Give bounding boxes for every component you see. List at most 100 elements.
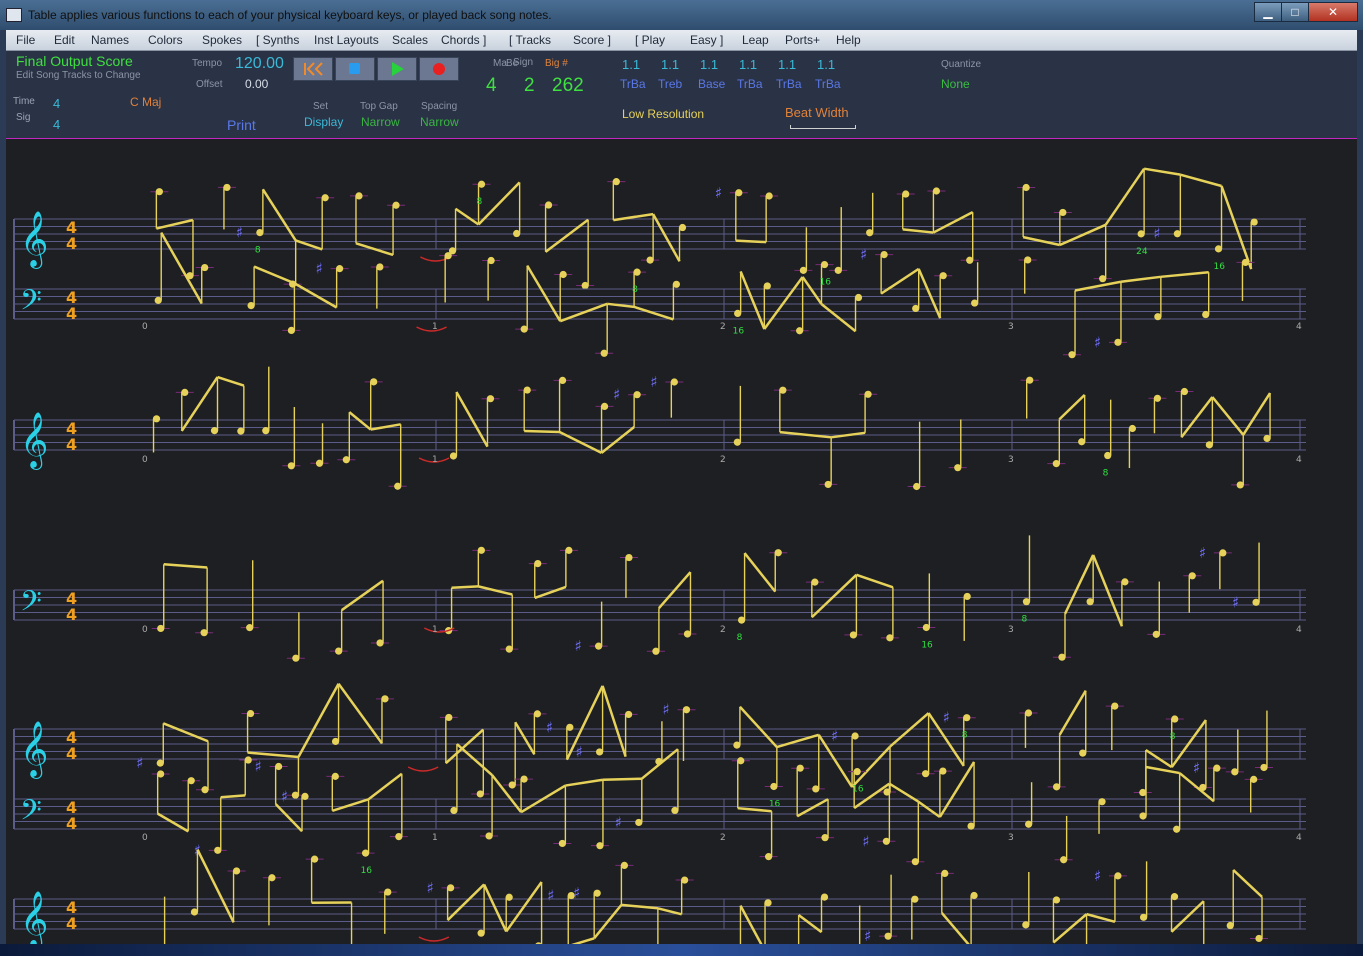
print-button[interactable]: Print: [227, 117, 256, 133]
note-beam: [477, 181, 521, 226]
track-5-num[interactable]: 1.1: [778, 57, 796, 72]
big-label: Big #: [545, 58, 568, 69]
note-beam: [456, 743, 493, 776]
title-bar: Table applies various functions to each …: [0, 0, 1363, 30]
track-2-num[interactable]: 1.1: [661, 57, 679, 72]
note-beam: [340, 579, 384, 612]
note-beam: [738, 705, 778, 748]
sharp-sign: ♯: [1094, 867, 1101, 885]
sharp-sign: ♯: [575, 637, 582, 655]
track-1-num[interactable]: 1.1: [622, 57, 640, 72]
sharp-sign: ♯: [576, 743, 583, 761]
sharp-sign: ♯: [281, 787, 288, 805]
menu-inst-layouts[interactable]: Inst Layouts: [314, 33, 379, 47]
note-beam: [917, 268, 942, 319]
menu-tracks[interactable]: [ Tracks: [509, 33, 551, 47]
tempo-label: Tempo: [192, 58, 223, 69]
note-beam: [657, 907, 682, 916]
menu-scales[interactable]: Scales: [392, 33, 428, 47]
track-1-name[interactable]: TrBa: [620, 77, 646, 91]
treble-clef-icon: 𝄞: [20, 891, 48, 944]
note-beam: [455, 391, 489, 448]
track-2-name[interactable]: Treb: [658, 77, 682, 91]
track-4-num[interactable]: 1.1: [739, 57, 757, 72]
fingering-label: 8: [1021, 615, 1027, 625]
menu-colors[interactable]: Colors: [148, 33, 183, 47]
note-beam: [797, 913, 823, 934]
offset-value[interactable]: 0.00: [245, 77, 268, 91]
treble-clef-icon: 𝄞: [20, 412, 48, 470]
track-3-num[interactable]: 1.1: [700, 57, 718, 72]
menu-play[interactable]: [ Play: [635, 33, 665, 47]
note-beam: [337, 683, 383, 745]
fingering-label: 8: [255, 246, 261, 256]
rewind-button[interactable]: [293, 57, 333, 81]
note-beam: [735, 239, 767, 244]
menu-score[interactable]: Score ]: [573, 33, 611, 47]
sig-value[interactable]: 4: [53, 117, 60, 132]
menu-leap[interactable]: Leap: [742, 33, 769, 47]
note-beam: [1242, 392, 1272, 436]
note-beam: [367, 772, 403, 801]
set-display[interactable]: Display: [304, 115, 343, 129]
note-beam: [940, 912, 970, 944]
track-5-name[interactable]: TrBa: [776, 77, 802, 91]
stop-icon: [349, 63, 360, 74]
topgap-value[interactable]: Narrow: [361, 115, 400, 129]
sharp-sign: ♯: [613, 386, 620, 404]
note-beam: [162, 722, 209, 743]
note-beam: [565, 778, 604, 787]
score-canvas[interactable]: 𝄞 4 4 ♯ 8 8 ♯ 24 ♯ 16 𝄢 4 4 ♯ 8 16 16 ♯ ♯ 0 1 2 3 4 𝄞 4 4 ♯ ♯ 8 0 1 2 3 4 𝄢…: [6, 139, 1357, 944]
track-3-name[interactable]: Base: [698, 77, 725, 91]
measure-number: 4: [1296, 455, 1302, 465]
record-button[interactable]: [419, 57, 459, 81]
track-4-name[interactable]: TrBa: [737, 77, 763, 91]
menu-file[interactable]: File: [16, 33, 35, 47]
play-button[interactable]: [377, 57, 417, 81]
fingering-label: 16: [852, 785, 864, 795]
track-6-num[interactable]: 1.1: [817, 57, 835, 72]
measure-number: 4: [1296, 322, 1302, 332]
offset-label: Offset: [196, 79, 223, 90]
measure-number: 0: [142, 833, 148, 843]
menu-synths[interactable]: [ Synths: [256, 33, 299, 47]
sharp-sign: ♯: [236, 224, 243, 242]
beat-width-control[interactable]: Beat Width: [785, 105, 849, 120]
maximize-button[interactable]: □: [1281, 2, 1309, 22]
time-sig-bottom: 4: [66, 814, 77, 833]
sharp-sign: ♯: [1094, 333, 1101, 351]
sharp-sign: ♯: [862, 832, 869, 850]
note-beam: [1220, 185, 1253, 270]
score-subtitle: Edit Song Tracks to Change: [16, 70, 141, 81]
menu-spokes[interactable]: Spokes: [202, 33, 242, 47]
spacing-value[interactable]: Narrow: [420, 115, 459, 129]
note-beam: [739, 905, 763, 944]
menu-help[interactable]: Help: [836, 33, 861, 47]
minimize-button[interactable]: ▁: [1254, 2, 1282, 22]
note-beam: [1104, 167, 1146, 226]
beat-width-slider[interactable]: [790, 125, 856, 129]
measure-number: 0: [142, 625, 148, 635]
key-value[interactable]: C Maj: [130, 95, 161, 109]
quantize-value[interactable]: None: [941, 77, 970, 91]
measure-value: 4: [486, 75, 497, 96]
menu-ports[interactable]: Ports+: [785, 33, 820, 47]
time-value[interactable]: 4: [53, 96, 60, 111]
tempo-value[interactable]: 120.00: [235, 55, 284, 73]
low-resolution-toggle[interactable]: Low Resolution: [622, 107, 704, 121]
menu-names[interactable]: Names: [91, 33, 129, 47]
note-beam: [1211, 396, 1245, 436]
sharp-sign: ♯: [573, 884, 580, 902]
stop-button[interactable]: [335, 57, 375, 81]
measure-number: 4: [1296, 625, 1302, 635]
sharp-sign: ♯: [1199, 544, 1206, 562]
time-sig-bottom: 4: [66, 605, 77, 624]
time-sig-bottom: 4: [66, 234, 77, 253]
menu-chords[interactable]: Chords ]: [441, 33, 486, 47]
menu-easy[interactable]: Easy ]: [690, 33, 723, 47]
track-6-name[interactable]: TrBa: [815, 77, 841, 91]
time-sig-bottom: 4: [66, 744, 77, 763]
close-button[interactable]: ✕: [1308, 2, 1358, 22]
note-beam: [851, 745, 891, 788]
menu-edit[interactable]: Edit: [54, 33, 75, 47]
